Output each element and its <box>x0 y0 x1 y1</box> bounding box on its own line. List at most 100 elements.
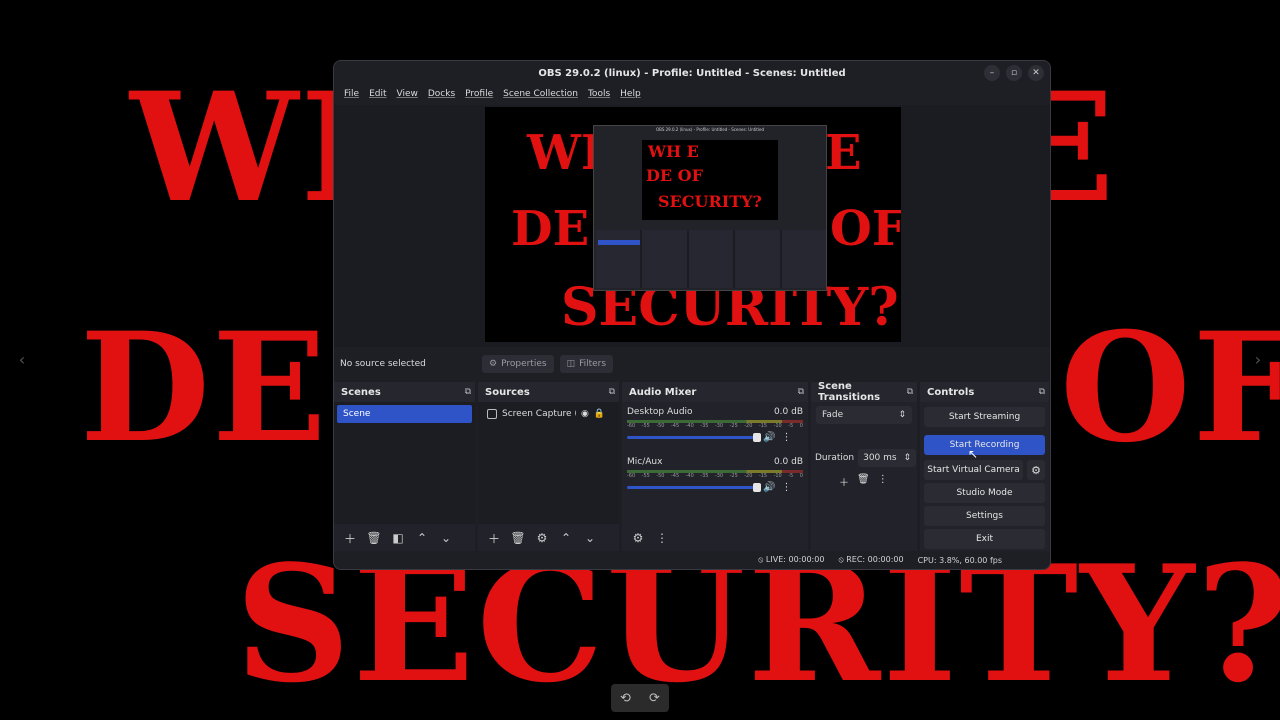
audio-mixer-title: Audio Mixer <box>629 386 697 398</box>
undock-icon[interactable]: ⧉ <box>798 387 804 397</box>
transition-select[interactable]: Fade ⇕ <box>816 406 912 424</box>
preview-text-line1-right: E <box>825 125 862 181</box>
undock-icon[interactable]: ⧉ <box>907 387 913 397</box>
start-virtual-camera-button[interactable]: Start Virtual Camera <box>924 460 1023 480</box>
duration-value: 300 ms <box>863 453 897 463</box>
volume-slider[interactable] <box>627 483 761 492</box>
preview-canvas[interactable]: WH E DE OF SECURITY? OBS 29.0.2 (linux) … <box>485 107 901 342</box>
source-item[interactable]: Screen Capture (Pi ◉ 🔒 <box>481 405 616 423</box>
scene-transitions-dock: Scene Transitions ⧉ Fade ⇕ Duration 300 … <box>811 381 917 552</box>
settings-button[interactable]: Settings <box>924 506 1045 526</box>
mouse-cursor-icon: ↖ <box>968 447 979 461</box>
minimize-button[interactable]: – <box>984 65 1000 81</box>
filters-label: Filters <box>579 359 607 369</box>
channel-level: 0.0 dB <box>773 407 803 417</box>
nested-preview: WH E DE OF SECURITY? <box>642 140 778 220</box>
transition-menu-icon[interactable]: ⋮ <box>878 474 888 489</box>
add-scene-icon[interactable]: ＋ <box>340 528 360 548</box>
source-settings-icon[interactable]: ⚙ <box>532 528 552 548</box>
move-down-icon[interactable]: ⌄ <box>436 528 456 548</box>
more-options-icon[interactable]: ⋮ <box>781 482 791 493</box>
mic-aux-channel: Mic/Aux 0.0 dB -60 -55 -50 -45 -40 -35 -30 -25-… <box>627 457 803 503</box>
nested-text-line3: SECURITY? <box>658 192 762 211</box>
prev-arrow-icon[interactable]: ‹ <box>8 346 36 374</box>
menu-help[interactable]: Help <box>616 89 645 99</box>
move-up-icon[interactable]: ⌃ <box>412 528 432 548</box>
add-source-icon[interactable]: ＋ <box>484 528 504 548</box>
more-options-icon[interactable]: ⋮ <box>781 432 791 443</box>
start-streaming-button[interactable]: Start Streaming <box>924 407 1045 427</box>
advanced-audio-icon[interactable]: ⚙ <box>628 528 648 548</box>
broadcast-icon: ⦸ <box>758 555 766 564</box>
properties-button[interactable]: ⚙ Properties <box>482 355 554 373</box>
undock-icon[interactable]: ⧉ <box>465 387 471 397</box>
menu-view[interactable]: View <box>393 89 422 99</box>
channel-level: 0.0 dB <box>773 457 803 467</box>
controls-body: Start Streaming Start Recording Start Vi… <box>920 402 1049 552</box>
speaker-icon[interactable]: 🔊 <box>763 432 775 443</box>
menu-file[interactable]: File <box>340 89 363 99</box>
live-status: ⦸ LIVE: 00:00:00 <box>758 555 825 564</box>
undock-icon[interactable]: ⧉ <box>609 387 615 397</box>
eye-icon[interactable]: ◉ <box>581 409 589 419</box>
menu-profile[interactable]: Profile <box>461 89 497 99</box>
channel-name: Desktop Audio <box>627 407 693 417</box>
maximize-button[interactable]: ▫ <box>1006 65 1022 81</box>
rotate-right-icon[interactable]: ⟳ <box>649 691 660 706</box>
remove-transition-icon[interactable]: 🗑 <box>857 474 870 489</box>
remove-source-icon[interactable]: 🗑 <box>508 528 528 548</box>
spinner-icon[interactable]: ⇕ <box>904 453 912 463</box>
viewer-toolbar: ⟲ ⟳ <box>611 684 669 712</box>
rec-status: ⦸ REC: 00:00:00 <box>838 555 904 564</box>
window-title: OBS 29.0.2 (linux) - Profile: Untitled -… <box>538 67 846 79</box>
volume-meter: -60 -55 -50 -45 -40 -35 -30 -25 -20 -15 -10 -5 0 <box>627 470 803 479</box>
menu-scene-collection[interactable]: Scene Collection <box>499 89 582 99</box>
studio-mode-button[interactable]: Studio Mode <box>924 483 1045 503</box>
sources-dock: Sources ⧉ Screen Capture (Pi ◉ 🔒 ＋ 🗑 ⚙ ⌃… <box>478 382 619 552</box>
lock-icon[interactable]: 🔒 <box>594 409 605 419</box>
add-transition-icon[interactable]: ＋ <box>839 474 849 489</box>
nested-scene-selection <box>598 240 640 245</box>
preview-text-line2-left: DE <box>511 201 590 257</box>
controls-title: Controls <box>927 386 975 398</box>
move-down-icon[interactable]: ⌄ <box>580 528 600 548</box>
exit-button[interactable]: Exit <box>924 529 1045 549</box>
rotate-left-icon[interactable]: ⟲ <box>620 691 631 706</box>
menu-edit[interactable]: Edit <box>365 89 390 99</box>
filters-button[interactable]: ◫ Filters <box>559 355 614 373</box>
next-arrow-icon[interactable]: › <box>1244 346 1272 374</box>
nested-text-line1: WH E <box>648 142 699 161</box>
gear-icon: ⚙ <box>489 359 498 369</box>
filter-icon: ◫ <box>566 359 576 369</box>
mixer-channels: Desktop Audio 0.0 dB -60 -55 -50 -45 -40 -35-… <box>622 402 808 524</box>
scene-filters-icon[interactable]: ◧ <box>388 528 408 548</box>
monitor-icon <box>487 409 497 419</box>
scene-item[interactable]: Scene <box>337 405 472 423</box>
remove-scene-icon[interactable]: 🗑 <box>364 528 384 548</box>
mixer-menu-icon[interactable]: ⋮ <box>652 528 672 548</box>
transitions-body: Fade ⇕ Duration 300 ms ⇕ ＋ 🗑 ⋮ <box>811 402 917 552</box>
start-recording-button[interactable]: Start Recording <box>924 435 1045 455</box>
scenes-dock: Scenes ⧉ Scene ＋ 🗑 ◧ ⌃ ⌄ <box>334 382 475 552</box>
volume-slider[interactable] <box>627 433 761 442</box>
source-toolbar: No source selected ⚙ Properties ◫ Filter… <box>334 351 1050 377</box>
no-source-label: No source selected <box>340 359 426 369</box>
duration-input[interactable]: 300 ms ⇕ <box>858 449 917 467</box>
title-bar[interactable]: OBS 29.0.2 (linux) - Profile: Untitled -… <box>334 61 1050 85</box>
channel-name: Mic/Aux <box>627 457 663 467</box>
undock-icon[interactable]: ⧉ <box>1039 387 1045 397</box>
duration-label: Duration <box>815 453 855 463</box>
nested-docks <box>596 230 827 288</box>
updown-icon: ⇕ <box>898 410 906 420</box>
preview-area: WH E DE OF SECURITY? OBS 29.0.2 (linux) … <box>334 105 1050 347</box>
source-label: Screen Capture (Pi <box>502 409 576 419</box>
sources-title: Sources <box>485 386 530 398</box>
menu-tools[interactable]: Tools <box>584 89 614 99</box>
scene-transitions-title: Scene Transitions <box>818 381 881 403</box>
menu-docks[interactable]: Docks <box>424 89 459 99</box>
virtual-camera-settings-icon[interactable]: ⚙ <box>1027 460 1045 480</box>
close-button[interactable]: ✕ <box>1028 65 1044 81</box>
speaker-icon[interactable]: 🔊 <box>763 482 775 493</box>
move-up-icon[interactable]: ⌃ <box>556 528 576 548</box>
properties-label: Properties <box>501 359 547 369</box>
